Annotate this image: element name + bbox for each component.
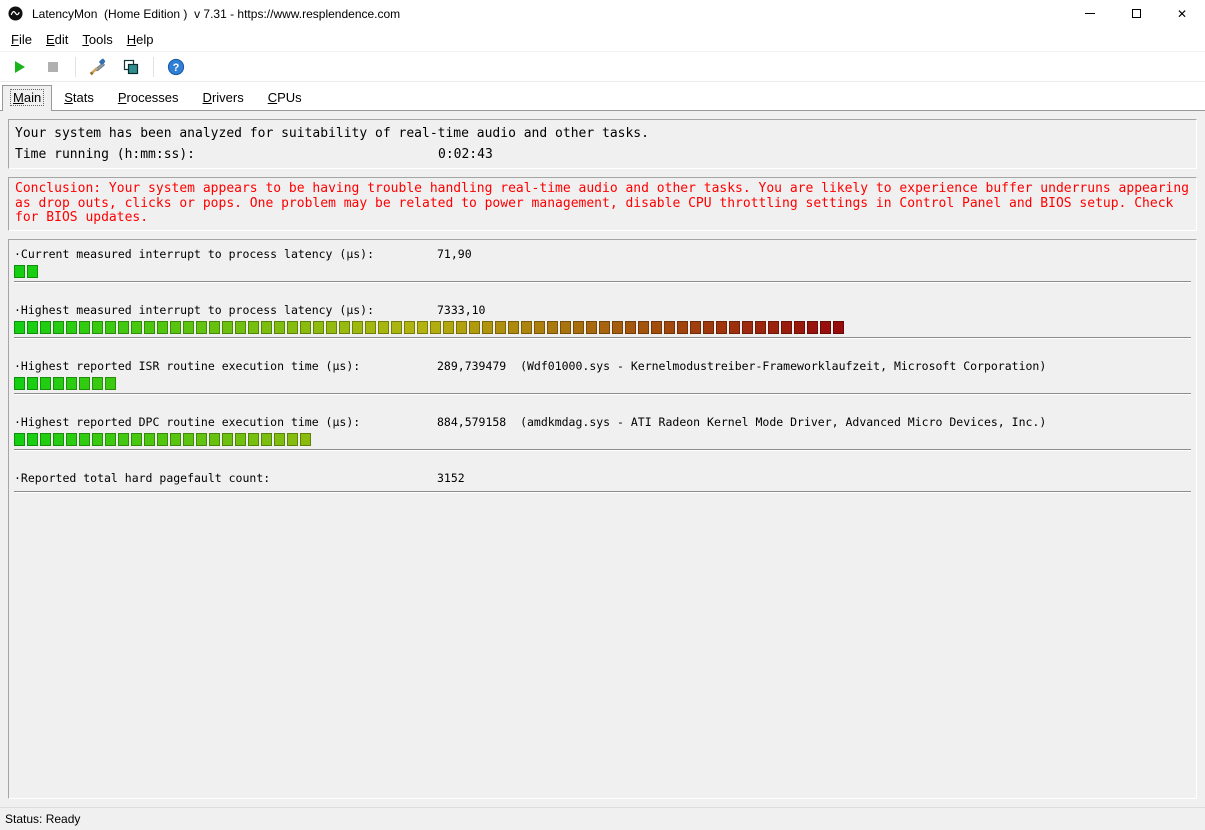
stat-row: ·Current measured interrupt to process l… — [14, 246, 1191, 283]
latency-level-bar — [14, 433, 1191, 447]
stat-label: ·Reported total hard pagefault count: — [14, 471, 270, 485]
close-icon: ✕ — [1177, 8, 1187, 20]
status-bar: Status: Ready — [0, 807, 1205, 830]
tab-cpus[interactable]: CPUs — [256, 86, 314, 110]
stop-monitor-button[interactable] — [39, 54, 67, 80]
stat-value: 884,579158 (amdkmdag.sys - ATI Radeon Ke… — [437, 414, 1046, 430]
time-running-label: Time running (h:mm:ss): — [15, 147, 195, 162]
menu-file[interactable]: File — [4, 29, 39, 50]
stat-row: ·Highest reported ISR routine execution … — [14, 358, 1191, 395]
tab-processes-label: Processes — [118, 90, 179, 105]
bar-track-line — [14, 281, 1191, 283]
window-title: LatencyMon (Home Edition ) v 7.31 - http… — [32, 7, 400, 21]
menu-edit[interactable]: Edit — [39, 29, 75, 50]
toolbar-separator — [153, 57, 154, 77]
conclusion-text: Conclusion: Your system appears to be ha… — [15, 182, 1190, 226]
maximize-button[interactable] — [1113, 0, 1159, 27]
toolbar: ? — [0, 52, 1205, 82]
tab-stats[interactable]: Stats — [52, 86, 106, 110]
tab-processes[interactable]: Processes — [106, 86, 191, 110]
latency-level-bar — [14, 377, 1191, 391]
titlebar: LatencyMon (Home Edition ) v 7.31 - http… — [0, 0, 1205, 27]
stats-box: ·Current measured interrupt to process l… — [8, 239, 1197, 800]
toolbar-separator — [75, 57, 76, 77]
menu-help[interactable]: Help — [120, 29, 161, 50]
tab-strip: Main Stats Processes Drivers CPUs — [0, 82, 1205, 111]
options-button[interactable] — [84, 54, 112, 80]
svg-text:?: ? — [173, 62, 180, 74]
bar-track-line — [14, 491, 1191, 493]
minimize-button[interactable] — [1067, 0, 1113, 27]
stat-value: 3152 — [437, 470, 465, 486]
close-button[interactable]: ✕ — [1159, 0, 1205, 27]
tab-drivers[interactable]: Drivers — [191, 86, 256, 110]
stat-value: 71,90 — [437, 246, 472, 262]
stat-row: ·Highest reported DPC routine execution … — [14, 414, 1191, 451]
maximize-icon — [1132, 9, 1141, 18]
help-button[interactable]: ? — [162, 54, 190, 80]
tab-cpus-label: CPUs — [268, 90, 302, 105]
copy-report-button[interactable] — [117, 54, 145, 80]
menu-tools[interactable]: Tools — [75, 29, 119, 50]
window-controls: ✕ — [1067, 0, 1205, 27]
stat-label: ·Current measured interrupt to process l… — [14, 247, 374, 261]
conclusion-box: Conclusion: Your system appears to be ha… — [8, 177, 1197, 231]
tab-stats-label: Stats — [64, 90, 94, 105]
stat-label: ·Highest reported DPC routine execution … — [14, 415, 360, 429]
analysis-box: Your system has been analyzed for suitab… — [8, 119, 1197, 169]
help-icon: ? — [167, 58, 185, 76]
latencymon-window: LatencyMon (Home Edition ) v 7.31 - http… — [0, 0, 1205, 830]
stats-list: ·Current measured interrupt to process l… — [14, 246, 1191, 493]
minimize-icon — [1085, 13, 1095, 14]
bar-track-line — [14, 337, 1191, 339]
time-running-value: 0:02:43 — [438, 144, 493, 165]
copy-icon — [122, 58, 140, 76]
status-text: Status: Ready — [5, 812, 80, 826]
latencymon-app-icon — [8, 6, 24, 22]
stat-value: 289,739479 (Wdf01000.sys - Kernelmodustr… — [437, 358, 1046, 374]
tab-drivers-label: Drivers — [203, 90, 244, 105]
stat-value: 7333,10 — [437, 302, 485, 318]
menu-bar: File Edit Tools Help — [0, 27, 1205, 52]
stat-row: ·Reported total hard pagefault count: 315… — [14, 470, 1191, 493]
analysis-summary: Your system has been analyzed for suitab… — [15, 123, 1190, 144]
latency-level-bar — [14, 265, 1191, 279]
bar-track-line — [14, 449, 1191, 451]
play-icon — [12, 59, 28, 75]
time-running-row: Time running (h:mm:ss): 0:02:43 — [15, 144, 1190, 165]
main-tab-page: Your system has been analyzed for suitab… — [0, 111, 1205, 807]
tools-icon — [89, 58, 107, 76]
bar-track-line — [14, 393, 1191, 395]
stat-label: ·Highest reported ISR routine execution … — [14, 359, 360, 373]
stat-label: ·Highest measured interrupt to process l… — [14, 303, 374, 317]
stop-icon — [45, 59, 61, 75]
tab-main-label: Main — [11, 90, 43, 105]
latency-level-bar — [14, 321, 1191, 335]
start-monitor-button[interactable] — [6, 54, 34, 80]
stat-row: ·Highest measured interrupt to process l… — [14, 302, 1191, 339]
tab-main[interactable]: Main — [2, 85, 52, 111]
